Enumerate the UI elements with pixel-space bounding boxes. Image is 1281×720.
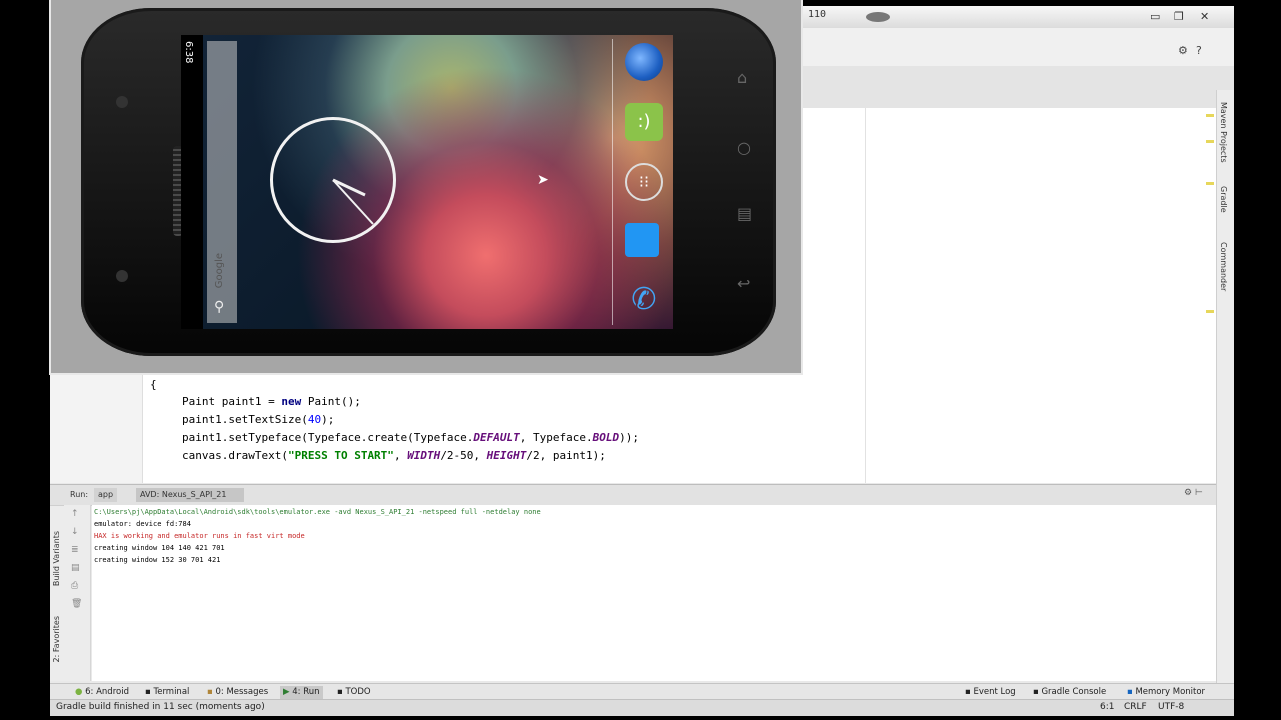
gradle-console-tab[interactable]: ▪ Gradle Console (1030, 686, 1109, 699)
emulator-window[interactable]: 6:38 Google ⚲ :) ⁝⁝ ✆ ⌂ ○ ▤ ↩ ➤ (49, 0, 803, 375)
clear-icon[interactable]: 🗑 (71, 599, 82, 609)
terminal-tab[interactable]: ▪ Terminal (142, 686, 192, 699)
run-tab[interactable]: ▶ 4: Run (280, 686, 323, 699)
messaging-icon[interactable]: :) (625, 103, 663, 141)
scroll-icon[interactable]: ▤ (71, 563, 80, 573)
gradle-tab[interactable]: Gradle (1219, 186, 1228, 213)
console-line: creating window 152 30 701 421 (94, 556, 221, 564)
code-line-1: Paint paint1 = new Paint(); (182, 395, 361, 408)
analog-clock-widget[interactable] (270, 117, 396, 243)
phone-icon[interactable]: ✆ (625, 281, 663, 319)
phone-screen[interactable]: 6:38 Google ⚲ :) ⁝⁝ ✆ (181, 35, 673, 329)
down-icon[interactable]: ↓ (71, 527, 79, 537)
apps-icon[interactable]: ⁝⁝ (625, 163, 663, 201)
code-line-2: paint1.setTextSize(40); (182, 413, 335, 426)
help-icon[interactable]: ? (1196, 44, 1202, 57)
android-tab[interactable]: ● 6: Android (72, 686, 132, 699)
close-icon[interactable]: ✕ (1200, 10, 1209, 23)
status-message: Gradle build finished in 11 sec (moments… (56, 702, 265, 712)
menu-icon[interactable]: ▤ (737, 204, 752, 223)
run-toolbar: ↑ ↓ ≣ ▤ ⎙ 🗑 (64, 505, 91, 681)
todo-tab[interactable]: ▪ TODO (334, 686, 374, 699)
build-variants-tab[interactable]: Build Variants (52, 531, 61, 586)
search-icon[interactable]: ○ (737, 138, 751, 157)
run-tab-app[interactable]: app (94, 488, 118, 502)
code-line-4: canvas.drawText("PRESS TO START", WIDTH/… (182, 449, 606, 462)
run-panel-header: Run: app AVD: Nexus_S_API_21 ⚙ ⊢ (50, 484, 1216, 506)
console-line: emulator: device fd:784 (94, 520, 191, 528)
version-text: 110 (808, 9, 827, 20)
mouse-cursor-icon: ➤ (537, 172, 549, 188)
run-tab-avd[interactable]: AVD: Nexus_S_API_21 (136, 488, 244, 502)
clock-hands (332, 178, 374, 225)
event-log-tab[interactable]: ▪ Event Log (962, 686, 1019, 699)
code-line-3: paint1.setTypeface(Typeface.create(Typef… (182, 431, 639, 444)
console-line: creating window 104 140 421 701 (94, 544, 225, 552)
error-stripe-mark[interactable] (1206, 310, 1214, 313)
back-icon[interactable]: ↩ (737, 274, 750, 293)
up-icon[interactable]: ↑ (71, 509, 79, 519)
front-camera (116, 96, 128, 108)
screen-capture: 110 ▭ ❐ ✕ ⚙ ? { Paint paint1 = new Paint… (0, 0, 1281, 720)
error-stripe-mark[interactable] (1206, 140, 1214, 143)
cursor-position[interactable]: 6:1 (1100, 702, 1114, 712)
toolbar-blob (866, 12, 890, 22)
line-separator[interactable]: CRLF (1124, 702, 1147, 712)
right-margin-guide (865, 108, 866, 483)
print-icon[interactable]: ⎙ (71, 581, 78, 591)
error-stripe-mark[interactable] (1206, 114, 1214, 117)
maven-projects-tab[interactable]: Maven Projects (1219, 102, 1228, 163)
search-icon[interactable]: ⚲ (214, 299, 224, 315)
console-line: HAX is working and emulator runs in fast… (94, 532, 305, 540)
home-icon[interactable]: ⌂ (737, 68, 747, 87)
console-line: C:\Users\pj\AppData\Local\Android\sdk\to… (94, 508, 541, 516)
tool-window-bar: ● 6: Android ▪ Terminal ▪ 0: Messages ▶ … (50, 683, 1234, 700)
wrap-icon[interactable]: ≣ (71, 545, 79, 555)
contacts-icon[interactable] (625, 223, 659, 257)
phone-clock-text: 6:38 (183, 41, 194, 64)
dock-divider (612, 39, 613, 325)
favorites-tab[interactable]: 2: Favorites (52, 616, 61, 662)
right-tool-strip (1216, 90, 1234, 690)
settings-icon[interactable]: ⚙ (1178, 44, 1188, 57)
maximize-icon[interactable]: ❐ (1174, 10, 1184, 23)
minimize-icon[interactable]: ▭ (1150, 10, 1160, 23)
run-settings-icon[interactable]: ⚙ ⊢ (1184, 488, 1203, 498)
light-sensor (116, 270, 128, 282)
phone-status-bar: 6:38 (181, 35, 203, 329)
google-search-bar[interactable]: Google ⚲ (207, 41, 237, 323)
commander-tab[interactable]: Commander (1219, 242, 1228, 291)
memory-monitor-tab[interactable]: ▪ Memory Monitor (1124, 686, 1208, 699)
messages-tab[interactable]: ▪ 0: Messages (204, 686, 271, 699)
browser-icon[interactable] (625, 43, 663, 81)
google-search-label: Google (214, 253, 225, 289)
run-label: Run: (70, 490, 89, 499)
error-stripe-mark[interactable] (1206, 182, 1214, 185)
status-bar: Gradle build finished in 11 sec (moments… (50, 699, 1234, 716)
file-encoding[interactable]: UTF-8 (1158, 702, 1184, 712)
brace: { (150, 378, 157, 391)
